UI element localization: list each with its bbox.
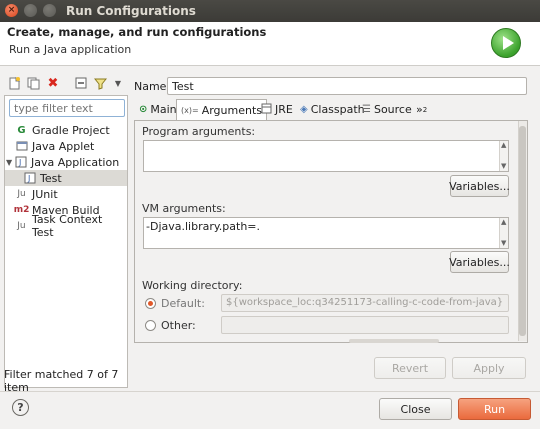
java-application-icon: J <box>14 156 27 169</box>
window-close-button[interactable]: × <box>5 4 18 17</box>
working-dir-label: Working directory: <box>142 279 243 292</box>
program-variables-button[interactable]: Variables... <box>449 175 510 197</box>
vm-variables-button[interactable]: Variables... <box>449 251 510 273</box>
overflow-count: 2 <box>422 105 428 114</box>
tree-item-label: JUnit <box>32 187 58 201</box>
maven-icon: m2 <box>13 205 30 215</box>
run-button[interactable]: Run <box>458 398 531 420</box>
svg-text:J: J <box>27 174 30 183</box>
config-toolbar: ✖ ▼ <box>4 73 129 93</box>
vm-args-value: -Djava.library.path=. <box>146 220 261 233</box>
task-context-icon: Ju <box>17 221 26 231</box>
jre-icon <box>261 103 272 117</box>
svg-text:J: J <box>18 158 21 167</box>
config-tabs: ⊙ Main (x)= Arguments JRE ◈ Classpath ☰ … <box>132 99 528 120</box>
chevron-down-icon[interactable]: ▼ <box>111 76 125 90</box>
main-tab-icon: ⊙ <box>139 104 148 115</box>
default-dir-field[interactable]: ${workspace_loc:q34251173-calling-c-code… <box>221 294 509 312</box>
delete-config-icon[interactable]: ✖ <box>46 76 60 91</box>
apply-button[interactable]: Apply <box>452 357 526 379</box>
close-button[interactable]: Close <box>379 398 452 420</box>
duplicate-config-icon[interactable] <box>26 76 40 90</box>
tab-label: JRE <box>275 103 293 116</box>
arguments-panel: Program arguments: ▲ ▼ Variables... VM a… <box>134 120 528 343</box>
textarea-scrollbar[interactable]: ▲ ▼ <box>499 218 508 248</box>
textarea-scrollbar[interactable]: ▲ ▼ <box>499 141 508 171</box>
revert-button[interactable]: Revert <box>374 357 446 379</box>
tree-item-label: Test <box>40 171 62 185</box>
tree-item-label: Java Application <box>31 155 120 169</box>
new-config-icon[interactable] <box>8 76 22 90</box>
name-label: Name: <box>134 80 171 93</box>
window-maximize-button[interactable] <box>43 4 56 17</box>
header-title: Create, manage, and run configurations <box>7 25 267 39</box>
scroll-up-icon[interactable]: ▲ <box>501 219 507 226</box>
run-icon <box>491 28 521 58</box>
tab-label: Arguments <box>201 103 262 117</box>
tab-jre[interactable]: JRE <box>256 99 298 120</box>
tree-item-label: Task Context Test <box>31 213 103 239</box>
tree-item-label: Java Applet <box>32 139 95 153</box>
program-args-textarea[interactable]: ▲ ▼ <box>143 140 509 172</box>
other-radio[interactable] <box>145 320 156 331</box>
filter-input[interactable] <box>9 99 125 117</box>
tab-main[interactable]: ⊙ Main <box>134 99 182 120</box>
tab-label: Main <box>150 103 177 116</box>
vm-args-label: VM arguments: <box>142 202 226 215</box>
tree-item-test[interactable]: J Test <box>5 170 127 186</box>
java-config-icon: J <box>23 172 36 185</box>
name-field[interactable] <box>167 77 527 95</box>
window-minimize-button[interactable] <box>24 4 37 17</box>
tab-source[interactable]: ☰ Source <box>357 99 417 120</box>
tree-item-java-application[interactable]: ▼ J Java Application <box>5 154 127 170</box>
source-icon: ☰ <box>362 104 371 115</box>
program-args-label: Program arguments: <box>142 125 256 138</box>
header-subtitle: Run a Java application <box>9 43 132 56</box>
default-radio[interactable] <box>145 298 156 309</box>
tab-overflow[interactable]: » 2 <box>411 99 432 120</box>
vm-args-textarea[interactable]: -Djava.library.path=. ▲ ▼ <box>143 217 509 249</box>
other-label: Other: <box>161 319 196 332</box>
tree-item-task-context-test[interactable]: Ju Task Context Test <box>5 213 127 239</box>
scroll-down-icon[interactable]: ▼ <box>501 240 507 247</box>
junit-icon: Ju <box>17 189 26 199</box>
tab-arguments[interactable]: (x)= Arguments <box>176 99 267 120</box>
divider <box>0 391 540 392</box>
filter-config-icon[interactable] <box>93 76 107 90</box>
tab-label: Source <box>373 103 412 116</box>
collapse-all-icon[interactable] <box>74 76 88 90</box>
dialog-header: Create, manage, and run configurations R… <box>0 22 540 66</box>
other-dir-field[interactable] <box>221 316 509 334</box>
tree-item-junit[interactable]: Ju JUnit <box>5 186 127 202</box>
hidden-buttons-peek <box>349 339 439 343</box>
config-tree-panel: G Gradle Project Java Applet ▼ J Java Ap… <box>4 95 128 388</box>
help-icon[interactable]: ? <box>12 399 29 416</box>
title-bar: × Run Configurations <box>0 0 540 22</box>
overflow-chevron-icon: » <box>416 103 423 116</box>
arguments-icon: (x)= <box>181 105 199 115</box>
scroll-up-icon[interactable]: ▲ <box>501 142 507 149</box>
scroll-down-icon[interactable]: ▼ <box>501 163 507 170</box>
classpath-icon: ◈ <box>300 104 308 115</box>
java-applet-icon <box>15 140 28 153</box>
expand-triangle-icon[interactable]: ▼ <box>6 158 14 167</box>
tree-item-label: Gradle Project <box>32 123 110 137</box>
gradle-icon: G <box>17 124 26 136</box>
panel-scroll-thumb[interactable] <box>519 126 526 336</box>
tree-item-java-applet[interactable]: Java Applet <box>5 138 127 154</box>
tree-item-gradle-project[interactable]: G Gradle Project <box>5 122 127 138</box>
window-title: Run Configurations <box>66 4 196 18</box>
default-label: Default: <box>161 297 205 310</box>
